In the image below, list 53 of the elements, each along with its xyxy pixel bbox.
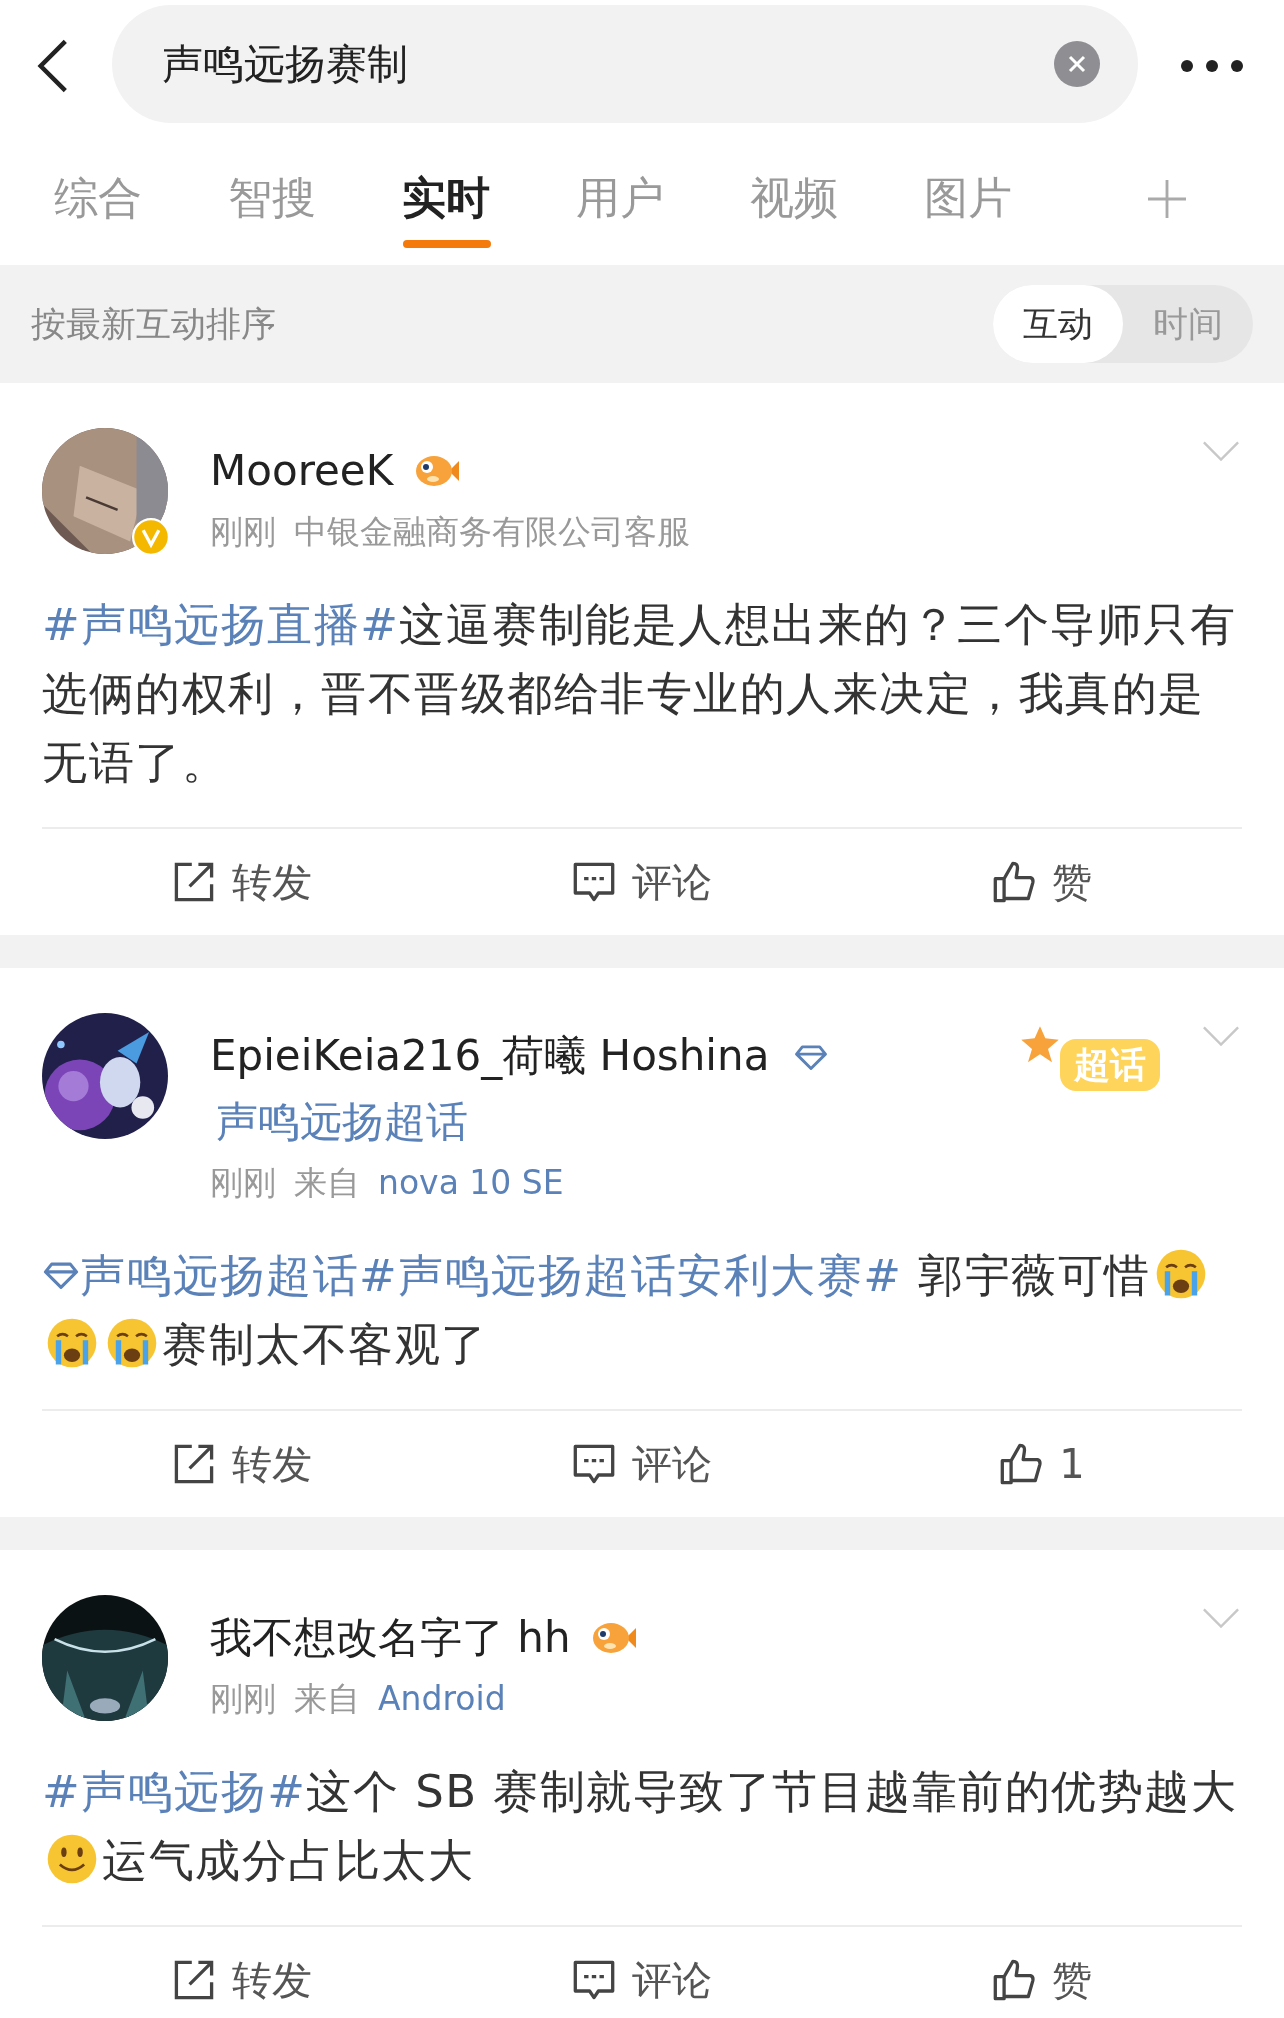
comment-button[interactable]: 评论 [442, 1927, 842, 2018]
thumbs-up-icon [992, 860, 1036, 904]
post-time: 刚刚 [210, 511, 276, 553]
diamond-icon [792, 1044, 829, 1070]
topic-link[interactable]: #声鸣远扬超话安利大赛# [359, 1249, 903, 1302]
repost-icon [172, 1958, 216, 2002]
dropdown-icon[interactable] [1202, 1607, 1240, 1629]
user-name[interactable]: MooreeK [210, 446, 394, 495]
repost-icon [172, 1442, 216, 1486]
comment-icon [572, 1958, 616, 2002]
repost-button[interactable]: 转发 [42, 829, 442, 935]
user-name[interactable]: 我不想改名字了 hh [210, 1613, 571, 1662]
post-time: 刚刚 [210, 1678, 276, 1720]
sort-label: 按最新互动排序 [31, 302, 276, 346]
comment-icon [572, 860, 616, 904]
supertopic-link[interactable]: 声鸣远扬超话 [42, 1249, 359, 1302]
source-link[interactable]: nova 10 SE [378, 1155, 564, 1211]
crying-face-icon [105, 1316, 159, 1370]
repost-button[interactable]: 转发 [42, 1411, 442, 1517]
source-text: 中银金融商务有限公司客服 [294, 511, 690, 553]
comment-icon [572, 1442, 616, 1486]
like-button[interactable]: 赞 [842, 829, 1242, 935]
user-name[interactable]: EpieiKeia216_荷曦 Hoshina [210, 1031, 770, 1080]
diamond-icon [42, 1261, 80, 1289]
like-button[interactable]: 1 [842, 1411, 1242, 1517]
source-prefix: 来自 [294, 1678, 360, 1720]
crying-face-icon [45, 1316, 99, 1370]
sort-toggle[interactable]: 互动 时间 [993, 285, 1253, 363]
search-field[interactable]: 声鸣远扬赛制 [112, 5, 1138, 123]
like-button[interactable]: 赞 [842, 1927, 1242, 2018]
repost-icon [172, 860, 216, 904]
post-text: #声鸣远扬#这个 SB 赛制就导致了节目越靠前的优势越大 运气成分占比太大 [42, 1757, 1242, 1927]
smiling-face-icon [45, 1832, 99, 1886]
comment-button[interactable]: 评论 [442, 829, 842, 935]
thumbs-up-icon [992, 1958, 1036, 2002]
source-link[interactable]: Android [378, 1671, 506, 1727]
plus-icon[interactable] [1148, 179, 1186, 218]
supertopic-link[interactable]: 声鸣远扬超话 [216, 1097, 468, 1146]
thumbs-up-icon [999, 1442, 1044, 1486]
post-text: 声鸣远扬超话#声鸣远扬超话安利大赛# 郭宇薇可惜 赛制太不客观了 [42, 1241, 1242, 1411]
topic-link[interactable]: #声鸣远扬# [42, 1765, 307, 1818]
comment-button[interactable]: 评论 [442, 1411, 842, 1517]
star-icon [1020, 1025, 1060, 1065]
more-icon[interactable] [1180, 59, 1244, 73]
post-time: 刚刚 [210, 1162, 276, 1204]
repost-button[interactable]: 转发 [42, 1927, 442, 2018]
source-prefix: 来自 [294, 1162, 360, 1204]
dropdown-icon[interactable] [1202, 1025, 1240, 1047]
topic-link[interactable]: #声鸣远扬直播# [42, 598, 400, 651]
clear-icon[interactable] [1054, 41, 1100, 87]
sort-option[interactable]: 互动 [993, 285, 1123, 363]
dropdown-icon[interactable] [1202, 440, 1240, 462]
post-text: #声鸣远扬直播#这逼赛制能是人想出来的？三个导师只有选俩的权利，晋不晋级都给非专业的人来决定，我真的是无语了。 [42, 590, 1242, 829]
